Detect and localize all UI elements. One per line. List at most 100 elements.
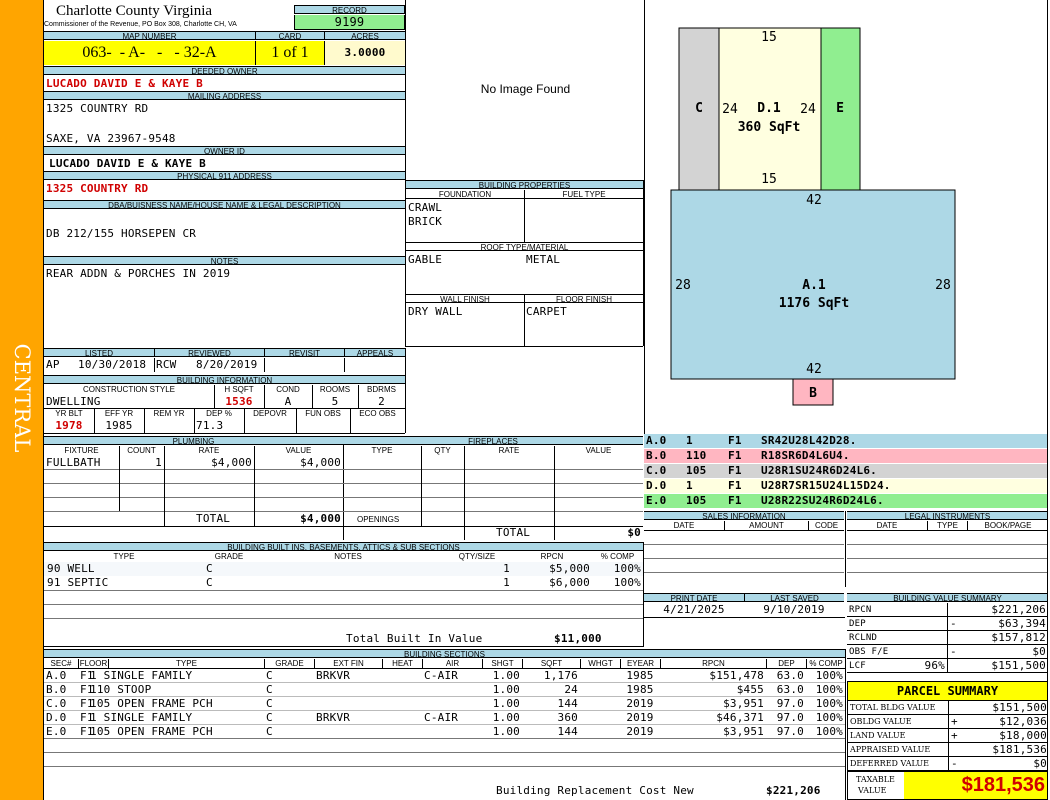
physical-address-label: PHYSICAL 911 ADDRESS [44,171,405,180]
section-row: B.0 F1 110 STOOP C 1.00 24 1985 $455 63.0 100% [44,683,845,697]
builtin-comp: 100% [613,576,641,589]
section-eyear: 2019 [626,697,654,710]
fireplace-qty-header: QTY [434,446,451,455]
value-summary-row: LCF 96% $151,500 [847,659,1048,673]
building-sections-label: BUILDING SECTIONS [44,649,845,658]
parcel-summary-row: APPRAISED VALUE $181,536 [847,743,1048,757]
map-number: 063- - A- - - 32-A [44,41,255,65]
legend-floor: F1 [728,494,742,507]
taxable-label-1: TAXABLE [856,775,895,784]
sketch-dim-d-right: 24 [800,102,816,117]
roof-type: GABLE [408,253,443,266]
section-sqft: 1,176 [543,669,578,682]
builtins-grade-header: GRADE [214,552,244,561]
section-grade: C [266,711,273,724]
dep-value: 71.3 [196,419,224,432]
yrblt-label: YR BLT [55,409,83,418]
section-type: 105 OPEN FRAME PCH [90,725,213,738]
builtins-comp-header: % COMP [600,552,635,561]
remyr-label: REM YR [153,409,185,418]
yrblt-value: 1978 [55,419,83,432]
wall-finish: DRY WALL [408,305,463,318]
section-shgt: 1.00 [492,697,520,710]
legend-count: 1 [686,434,693,447]
deeded-owner: LUCADO DAVID E & KAYE B [46,77,203,90]
section-col-header: FLOOR [78,659,108,669]
section-dep: 97.0 [776,711,804,724]
section-col-header: WHGT [580,659,620,669]
rooms-label: ROOMS [319,385,351,394]
section-dep: 63.0 [776,683,804,696]
section-sec: A.0 [46,669,67,682]
depovr-label: DEPOVR [253,409,287,418]
builtin-total: $11,000 [554,632,602,645]
parcel-summary-row: DEFERRED VALUE - $0 [847,757,1048,771]
fuel-type-label: FUEL TYPE [524,190,643,199]
cond-label: COND [276,385,300,394]
section-sqft: 360 [557,711,578,724]
parcel-summary-value: $0 [948,757,1047,771]
taxable-value: $181,536 [904,772,1048,799]
replacement-cost-label: Building Replacement Cost New [496,784,694,797]
sketch-label-b: B [809,386,817,401]
section-col-header: EXT FIN [314,659,382,669]
section-ext: BRKVR [316,711,351,724]
owner-id: LUCADO DAVID E & KAYE B [49,157,206,170]
legend-count: 110 [686,449,707,462]
builtin-comp: 100% [613,562,641,575]
no-image-text: No Image Found [480,82,571,96]
plumbing-count-header: COUNT [127,446,156,455]
legend-count: 105 [686,464,707,477]
section-eyear: 1985 [626,669,654,682]
section-col-header: TYPE [108,659,264,669]
sketch-area-a: 1176 SqFt [779,296,849,311]
section-type: 110 STOOP [90,683,152,696]
section-row: D.0 F1 1 SINGLE FAMILY C BRKVR C-AIR 1.00 360 20… [44,711,845,725]
card-label: CARD [255,31,324,40]
section-sec: D.0 [46,711,67,724]
bdrms-label: BDRMS [367,385,396,394]
legend-sec: C.0 [646,464,667,477]
value-summary-value: $0 [947,645,1046,659]
sketch-legend-row: E.0 105 F1 U28R22SU24R6D24L6. [644,494,1048,509]
parcel-summary-header: PARCEL SUMMARY [847,681,1048,701]
mailing-line-2: SAXE, VA 23967-9548 [46,132,176,145]
value-summary-value: $221,206 [947,603,1046,617]
section-dep: 97.0 [776,725,804,738]
value-summary-pct: 96% [924,659,945,672]
legend-path: U28R22SU24R6D24L6. [761,494,884,507]
value-summary-label: DEP [849,619,866,629]
sketch-label-c: C [695,101,703,116]
sketch-dim-a-right: 28 [935,278,951,293]
plumbing-count: 1 [155,456,162,469]
sales-date-header: DATE [644,521,724,531]
sketch-label-d: D.1 [757,101,781,116]
section-comp: 100% [815,683,843,696]
sketch-legend-row: D.0 1 F1 U28R7SR15U24L15D24. [644,479,1048,494]
revisit-label: REVISIT [264,348,344,357]
section-eyear: 2019 [626,711,654,724]
fireplace-total: $0 [627,526,641,539]
value-summary-row: RPCN $221,206 [847,603,1048,617]
parcel-summary-row: OBLDG VALUE + $12,036 [847,715,1048,729]
value-summary-row: RCLND $157,812 [847,631,1048,645]
plumbing-label: PLUMBING [44,436,343,445]
legal-book-header: BOOK/PAGE [967,521,1048,531]
reviewed-date: 8/20/2019 [196,358,258,371]
fireplace-value-header: VALUE [585,446,612,455]
legal-instruments-label: LEGAL INSTRUMENTS [847,511,1048,520]
wall-finish-label: WALL FINISH [406,294,524,303]
fireplace-total-label: TOTAL [496,526,531,539]
last-saved-label: LAST SAVED [744,593,844,602]
section-row: E.0 F1 105 OPEN FRAME PCH C 1.00 144 2019 $3,95… [44,725,845,739]
builtins-type-header: TYPE [113,552,135,561]
legend-floor: F1 [728,464,742,477]
value-summary-label: LCF [849,661,866,671]
section-shgt: 1.00 [492,711,520,724]
section-sqft: 24 [564,683,578,696]
value-summary-row: DEP - $63,394 [847,617,1048,631]
value-summary-label: RCLND [849,633,878,643]
parcel-summary-label: PARCEL SUMMARY [896,684,999,698]
legend-sec: D.0 [646,479,667,492]
print-date-label: PRINT DATE [644,593,744,602]
